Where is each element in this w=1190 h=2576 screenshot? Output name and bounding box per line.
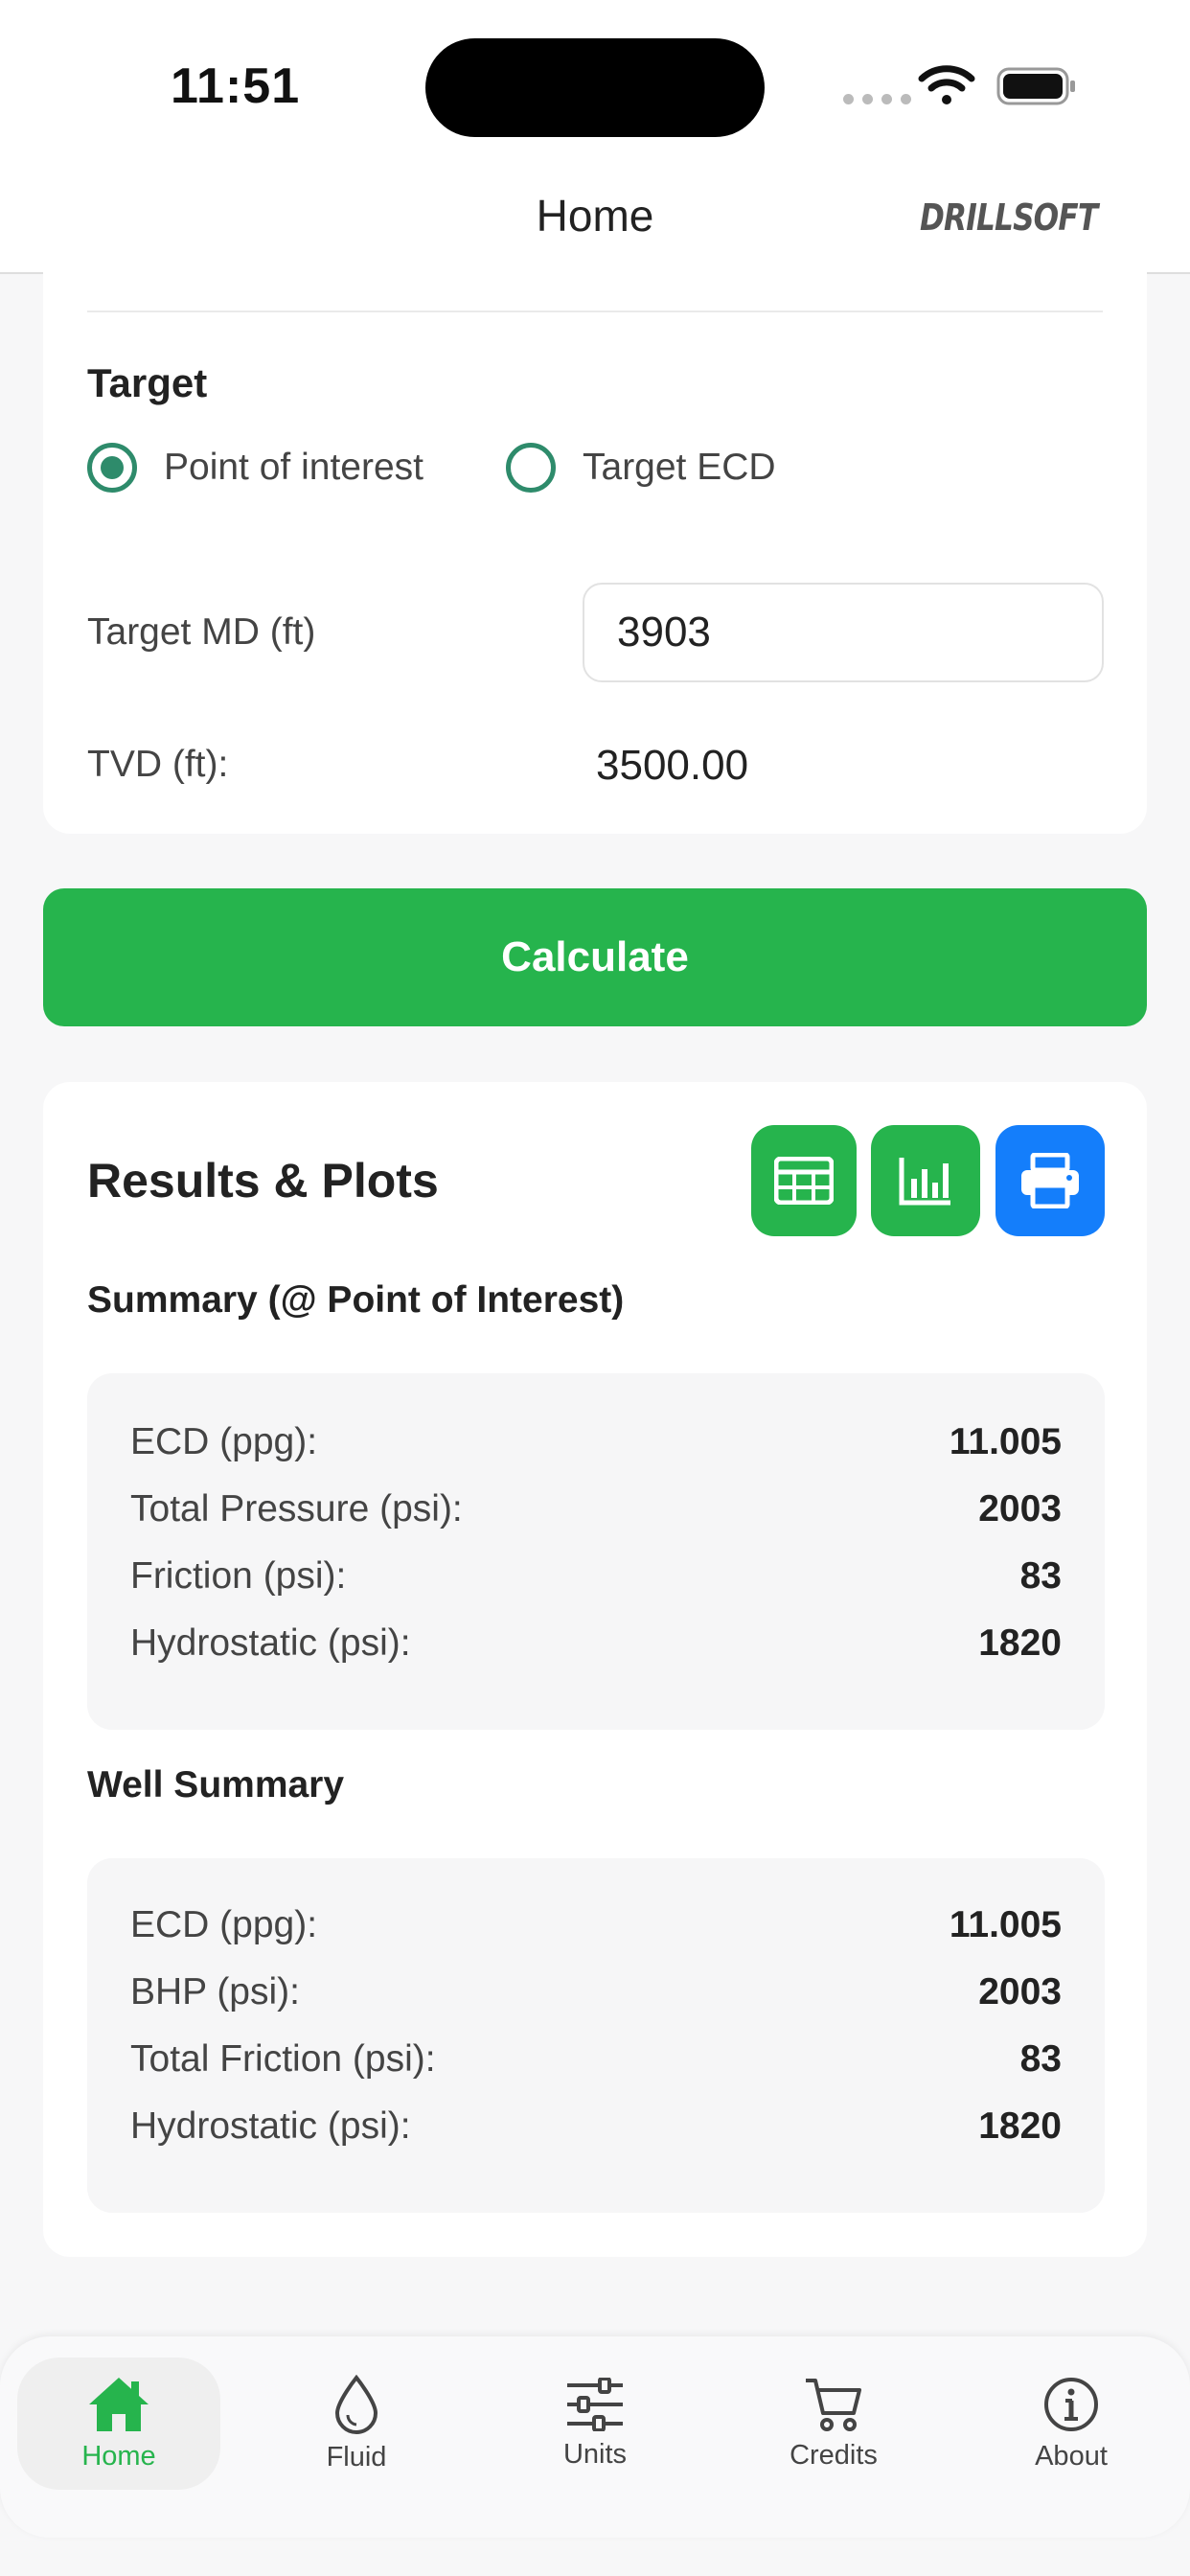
summary-label: Total Pressure (psi): (130, 1488, 463, 1530)
bottom-tab-bar: Home Fluid Units Credits About (0, 2336, 1190, 2538)
chart-view-button[interactable] (871, 1125, 980, 1236)
summary-value: 2003 (978, 1488, 1062, 1530)
status-time: 11:51 (171, 58, 301, 114)
summary-label: ECD (ppg): (130, 1421, 318, 1462)
divider (87, 310, 1103, 312)
target-md-input[interactable] (583, 583, 1104, 682)
poi-summary-box: ECD (ppg): 11.005 Total Pressure (psi): 20… (87, 1373, 1105, 1730)
table-icon (774, 1157, 834, 1205)
summary-row: ECD (ppg): 11.005 (130, 1414, 1062, 1471)
summary-value: 11.005 (949, 1904, 1062, 1945)
drop-icon (334, 2374, 378, 2434)
radio-label: Point of interest (164, 447, 423, 488)
table-view-button[interactable] (751, 1125, 857, 1236)
sliders-icon (567, 2377, 623, 2431)
brand-wordmark: DRILLSOFT (920, 196, 1098, 239)
radio-point-of-interest[interactable]: Point of interest (87, 443, 423, 493)
poi-summary-title: Summary (@ Point of Interest) (87, 1279, 625, 1321)
results-card: Results & Plots Summary (@ Point of Inte… (43, 1082, 1147, 2257)
results-title: Results & Plots (87, 1154, 439, 1208)
drillsoft-logo: DRILLSOFT (916, 188, 1133, 247)
summary-value: 1820 (978, 1622, 1062, 1664)
tab-credits[interactable]: Credits (732, 2358, 935, 2490)
summary-label: Hydrostatic (psi): (130, 1622, 411, 1664)
tab-units[interactable]: Units (493, 2358, 697, 2490)
print-button[interactable] (995, 1125, 1105, 1236)
bar-chart-icon (899, 1158, 950, 1206)
calculate-button[interactable]: Calculate (43, 888, 1147, 1026)
summary-label: BHP (psi): (130, 1971, 300, 2012)
summary-label: Total Friction (psi): (130, 2038, 436, 2080)
status-bar: 11:51 (0, 0, 1190, 163)
tab-label: About (1035, 2440, 1108, 2472)
tab-home[interactable]: Home (17, 2358, 220, 2490)
summary-row: Hydrostatic (psi): 1820 (130, 2098, 1062, 2155)
cart-icon (806, 2378, 861, 2431)
tab-label: Credits (790, 2439, 878, 2471)
tvd-value: 3500.00 (596, 742, 749, 789)
summary-value: 83 (1019, 1555, 1062, 1597)
tab-label: Fluid (326, 2441, 387, 2472)
target-section-label: Target (87, 360, 208, 405)
summary-label: Friction (psi): (130, 1555, 347, 1597)
cellular-signal-icon (843, 94, 911, 104)
radio-target-ecd[interactable]: Target ECD (506, 443, 776, 493)
battery-icon (996, 67, 1075, 105)
well-summary-box: ECD (ppg): 11.005 BHP (psi): 2003 Total Fr… (87, 1858, 1105, 2213)
summary-value: 83 (1019, 2038, 1062, 2080)
target-md-label: Target MD (ft) (87, 611, 316, 653)
radio-button-checked[interactable] (87, 443, 137, 493)
wifi-icon (918, 65, 975, 104)
dynamic-island (425, 38, 765, 137)
summary-row: BHP (psi): 2003 (130, 1964, 1062, 2021)
radio-button[interactable] (506, 443, 556, 493)
summary-row: Friction (psi): 83 (130, 1548, 1062, 1605)
radio-label: Target ECD (583, 447, 776, 488)
info-icon (1044, 2377, 1098, 2431)
tab-fluid[interactable]: Fluid (255, 2358, 458, 2490)
tab-label: Units (562, 2438, 628, 2470)
summary-label: Hydrostatic (psi): (130, 2105, 411, 2147)
summary-value: 11.005 (949, 1421, 1062, 1462)
summary-row: Total Friction (psi): 83 (130, 2031, 1062, 2088)
summary-label: ECD (ppg): (130, 1904, 318, 1945)
nav-header: Home DRILLSOFT (0, 163, 1190, 274)
printer-icon (1021, 1153, 1079, 1208)
summary-row: ECD (ppg): 11.005 (130, 1897, 1062, 1954)
summary-value: 2003 (978, 1971, 1062, 2012)
well-summary-title: Well Summary (87, 1764, 345, 1806)
summary-row: Total Pressure (psi): 2003 (130, 1481, 1062, 1538)
tvd-label: TVD (ft): (87, 744, 229, 785)
tab-label: Home (81, 2440, 156, 2472)
summary-row: Hydrostatic (psi): 1820 (130, 1615, 1062, 1672)
summary-value: 1820 (978, 2105, 1062, 2147)
tab-about[interactable]: About (970, 2358, 1173, 2490)
home-icon (89, 2377, 149, 2431)
target-card: Target Point of interest Target ECD Targ… (43, 272, 1147, 834)
